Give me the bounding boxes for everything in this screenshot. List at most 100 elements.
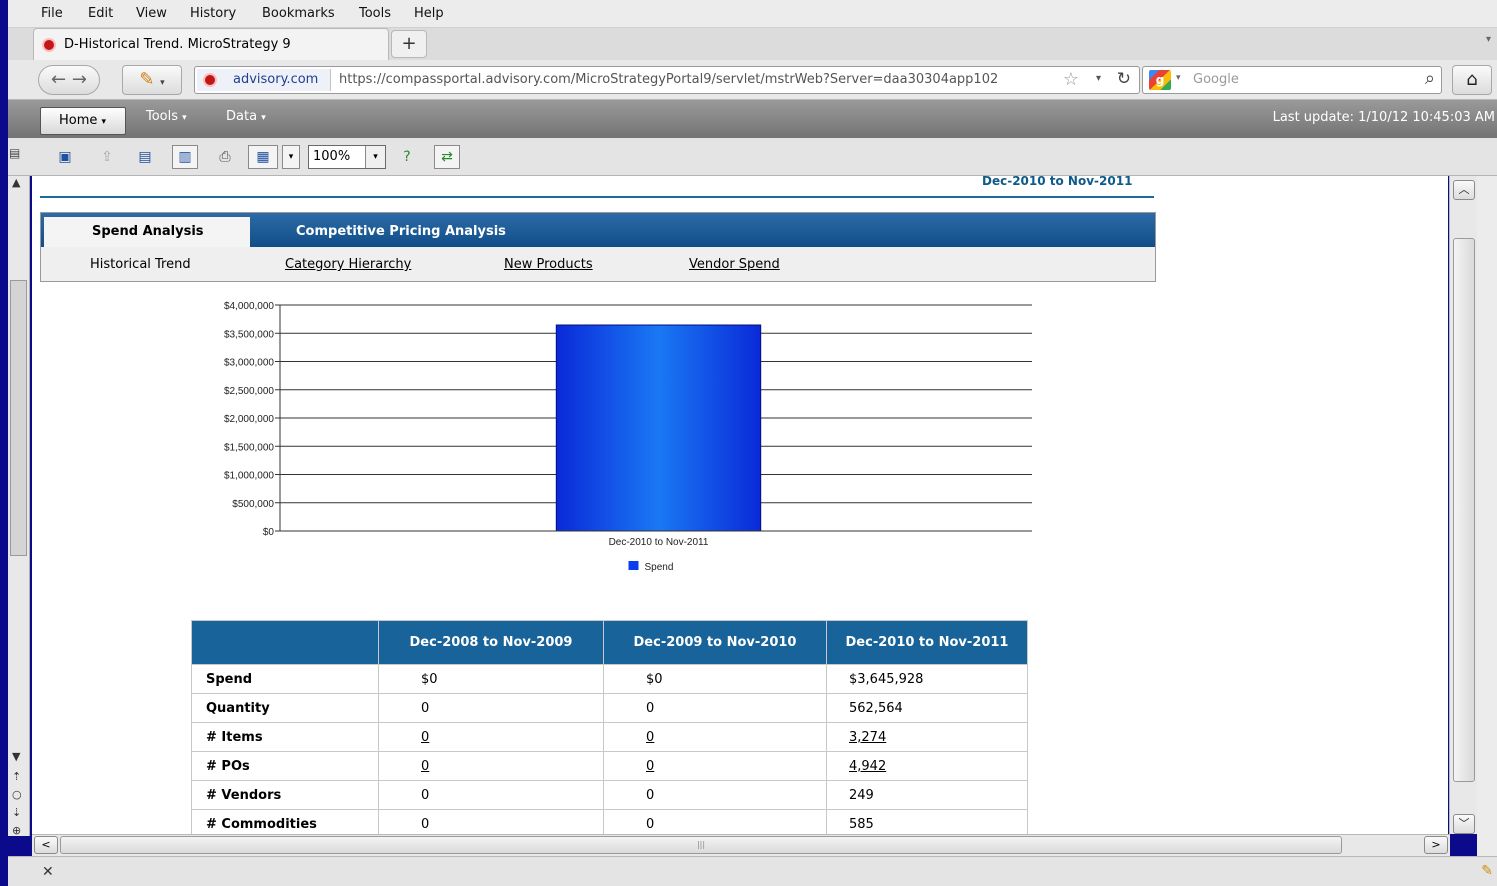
zoom-select[interactable]: 100% ▾ <box>308 145 386 169</box>
table-cell-link[interactable]: 3,274 <box>826 722 1028 752</box>
subnav-vendor-spend[interactable]: Vendor Spend <box>689 257 780 272</box>
tab-historical-trend[interactable]: D-Historical Trend. MicroStrategy 9 <box>33 28 389 60</box>
scroll-down-icon[interactable]: ▼ <box>12 750 20 763</box>
circle-icon[interactable]: ○ <box>12 788 22 801</box>
pen-tool-button[interactable]: ✎ ▾ <box>122 65 182 95</box>
search-bar[interactable]: g ▾ Google ⌕ <box>1142 66 1442 94</box>
url-bar[interactable]: advisory.com https://compassportal.advis… <box>194 66 1140 94</box>
back-forward-button[interactable]: ← → <box>38 65 100 95</box>
table-cell: $0 <box>603 664 827 694</box>
app-menu-home[interactable]: Home ▾ <box>40 107 126 135</box>
tab-competitive-pricing[interactable]: Competitive Pricing Analysis <box>296 224 506 239</box>
subnav-category-hierarchy[interactable]: Category Hierarchy <box>285 257 411 272</box>
scroll-up-button[interactable]: ︿ <box>1453 180 1475 200</box>
table-cell-link[interactable]: 0 <box>378 722 604 752</box>
table-link[interactable]: 0 <box>421 730 429 745</box>
scroll-up-icon[interactable]: ▲ <box>12 176 20 189</box>
google-engine-icon[interactable]: g <box>1149 70 1171 90</box>
sidebar-toggle-icon[interactable]: ▤ <box>9 146 23 166</box>
print-icon[interactable]: ⎙ <box>212 145 238 169</box>
url-history-dropdown-icon[interactable]: ▾ <box>1096 73 1101 84</box>
table-cell-link[interactable]: 0 <box>603 722 827 752</box>
pen-status-icon[interactable]: ✎ <box>1481 863 1493 879</box>
export-icon[interactable]: ▤ <box>132 145 158 169</box>
y-tick-label: $0 <box>263 527 275 538</box>
table-link[interactable]: 0 <box>646 730 654 745</box>
view-mode-icon[interactable]: ▦ <box>248 145 278 169</box>
help-icon[interactable]: ? <box>394 145 420 169</box>
search-magnifier-icon[interactable]: ⌕ <box>1425 68 1435 89</box>
table-cell-link[interactable]: 0 <box>603 751 827 781</box>
pdf-icon[interactable]: ▥ <box>172 145 198 169</box>
view-mode-dropdown-icon[interactable]: ▾ <box>282 145 300 169</box>
bookmark-star-icon[interactable]: ☆ <box>1063 69 1079 90</box>
scroll-down-button[interactable]: ﹀ <box>1453 814 1475 834</box>
y-tick-label: $2,000,000 <box>224 414 274 425</box>
engine-dropdown-icon[interactable]: ▾ <box>1176 73 1181 83</box>
table-row: # Items 0 0 3,274 <box>191 722 1028 752</box>
refresh-icon[interactable]: ⇄ <box>434 145 460 169</box>
header-divider <box>40 196 1154 198</box>
vertical-scroll-thumb[interactable] <box>1453 238 1475 782</box>
home-button[interactable]: ⌂ <box>1452 65 1492 95</box>
report-viewport: Dec-2010 to Nov-2011 Spend Analysis Comp… <box>32 176 1448 834</box>
scroll-left-button[interactable]: < <box>34 836 58 854</box>
new-tab-button[interactable]: + <box>391 30 427 58</box>
table-header-row: Dec-2008 to Nov-2009 Dec-2009 to Nov-201… <box>191 620 1028 665</box>
horizontal-scroll-thumb[interactable]: ||| <box>60 836 1342 854</box>
site-identity-button[interactable]: advisory.com <box>197 69 331 91</box>
app-menu-tools[interactable]: Tools ▾ <box>146 109 187 124</box>
app-menu-data-label: Data <box>226 109 258 124</box>
move-up-icon[interactable]: ⇡ <box>12 770 21 783</box>
subnav-new-products[interactable]: New Products <box>504 257 593 272</box>
table-row: # POs 0 0 4,942 <box>191 751 1028 781</box>
header-period: Dec-2010 to Nov-2011 <box>982 176 1133 188</box>
spend-bar-chart: $0 $500,000 $1,000,000 $1,500,000 $2,000,000… <box>172 296 1038 586</box>
table-cell-link[interactable]: 0 <box>378 751 604 781</box>
row-label: # Vendors <box>191 780 379 810</box>
tab-spend-analysis[interactable]: Spend Analysis <box>44 217 250 247</box>
close-addon-bar-icon[interactable]: ✕ <box>42 864 54 880</box>
row-label: Spend <box>191 664 379 694</box>
table-link[interactable]: 0 <box>421 759 429 774</box>
move-down-icon[interactable]: ⇣ <box>12 806 21 819</box>
reload-icon[interactable]: ↻ <box>1117 69 1131 89</box>
table-cell: 0 <box>603 780 827 810</box>
y-tick-label: $500,000 <box>232 499 274 510</box>
chart-svg: $0 $500,000 $1,000,000 $1,500,000 $2,000,000… <box>224 301 1038 573</box>
save-icon[interactable]: ▣ <box>52 145 78 169</box>
menu-history[interactable]: History <box>190 6 236 21</box>
add-icon[interactable]: ⊕ <box>12 824 21 837</box>
column-header: Dec-2009 to Nov-2010 <box>603 620 827 665</box>
menu-file[interactable]: File <box>41 6 63 21</box>
left-scroll-thumb[interactable] <box>10 280 27 556</box>
table-link[interactable]: 3,274 <box>849 730 886 745</box>
last-update-label: Last update: 1/10/12 10:45:03 AM <box>1272 110 1495 125</box>
table-cell-link[interactable]: 4,942 <box>826 751 1028 781</box>
table-cell: 562,564 <box>826 693 1028 723</box>
url-text[interactable]: https://compassportal.advisory.com/Micro… <box>339 72 1051 87</box>
menu-help[interactable]: Help <box>414 6 444 21</box>
menu-tools[interactable]: Tools <box>359 6 391 21</box>
subnav-historical-trend[interactable]: Historical Trend <box>90 257 191 272</box>
left-panel-scrollbar[interactable]: ▲ ▼ ⇡ ○ ⇣ ⊕ <box>8 176 30 837</box>
table-link[interactable]: 4,942 <box>849 759 886 774</box>
back-arrow-icon[interactable]: ← <box>51 69 66 90</box>
zoom-dropdown-icon[interactable]: ▾ <box>365 146 385 168</box>
scroll-right-button[interactable]: > <box>1424 836 1448 854</box>
tab-list-chevron-icon[interactable]: ▾ <box>1486 34 1491 45</box>
menu-view[interactable]: View <box>136 6 167 21</box>
app-menu-home-label: Home <box>59 113 98 128</box>
table-link[interactable]: 0 <box>646 759 654 774</box>
zoom-value: 100% <box>313 149 351 164</box>
microstrategy-menu-bar: Home ▾ Tools ▾ Data ▾ Last update: 1/10/… <box>8 100 1497 138</box>
menu-bar: File Edit View History Bookmarks Tools H… <box>8 0 1497 28</box>
menu-edit[interactable]: Edit <box>88 6 113 21</box>
pen-dropdown-icon[interactable]: ▾ <box>160 78 165 88</box>
table-cell: 249 <box>826 780 1028 810</box>
horizontal-scrollbar[interactable]: < ||| > <box>32 834 1450 856</box>
forward-arrow-icon[interactable]: → <box>72 69 87 90</box>
app-menu-data[interactable]: Data ▾ <box>226 109 266 124</box>
vertical-scrollbar[interactable]: ︿ ﹀ <box>1449 176 1477 834</box>
menu-bookmarks[interactable]: Bookmarks <box>262 6 335 21</box>
